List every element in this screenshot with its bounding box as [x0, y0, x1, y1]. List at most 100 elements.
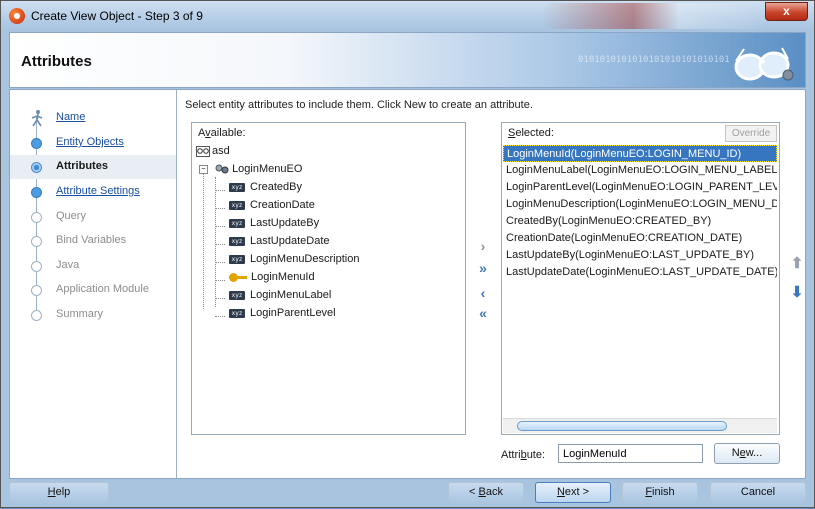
step-dot-icon: [31, 261, 42, 272]
tree-attribute-label: LoginParentLevel: [250, 307, 336, 319]
next-button[interactable]: Next >: [535, 482, 611, 503]
selected-attribute-row[interactable]: LoginMenuId(LoginMenuEO:LOGIN_MENU_ID): [503, 145, 777, 162]
key-icon: [229, 272, 247, 282]
remove-all-button[interactable]: «: [475, 305, 491, 321]
help-button[interactable]: Help: [9, 482, 109, 503]
wizard-steps-nav: Name Entity Objects Attributes Attribute…: [10, 90, 177, 478]
step-dot-icon: [31, 162, 42, 173]
new-attribute-button[interactable]: New...: [714, 443, 780, 464]
attribute-icon: xyz: [229, 254, 245, 264]
override-button[interactable]: Override: [725, 125, 777, 142]
tree-attribute-label: LoginMenuDescription: [250, 253, 360, 265]
instruction-text: Select entity attributes to include them…: [185, 99, 533, 111]
nav-step-bind-variables[interactable]: Bind Variables: [10, 229, 176, 253]
collapse-icon[interactable]: −: [199, 164, 208, 174]
nav-step-attribute-settings[interactable]: Attribute Settings: [10, 180, 176, 204]
selected-header: Selected:: [508, 127, 554, 139]
nav-step-label: Query: [56, 210, 86, 222]
nav-step-label: Summary: [56, 308, 104, 320]
horizontal-scrollbar[interactable]: [503, 418, 777, 433]
glasses-small-icon: [196, 145, 210, 157]
attribute-icon: xyz: [229, 236, 245, 246]
add-all-button[interactable]: »: [475, 260, 491, 276]
binary-decoration: 0101010101010101010101010101: [578, 55, 730, 65]
tree-attribute-label: LastUpdateDate: [250, 235, 330, 247]
tree-root-row[interactable]: asd: [196, 145, 230, 163]
tree-attribute-row[interactable]: xyz CreatedBy: [215, 181, 302, 199]
step-dot-icon: [31, 310, 42, 321]
tree-attribute-row[interactable]: xyz CreationDate: [215, 199, 315, 217]
selected-attribute-row[interactable]: LastUpdateBy(LoginMenuEO:LAST_UPDATE_BY): [503, 247, 777, 264]
attribute-icon: xyz: [229, 200, 245, 210]
attribute-icon: xyz: [229, 290, 245, 300]
tree-attribute-label: LastUpdateBy: [250, 217, 320, 229]
step-dot-icon: [31, 285, 42, 296]
attribute-icon: xyz: [229, 308, 245, 318]
tree-attribute-label: LoginMenuId: [251, 271, 315, 283]
nav-step-query[interactable]: Query: [10, 205, 176, 229]
attribute-label: Attribute:: [501, 449, 546, 461]
step-dot-icon: [31, 212, 42, 223]
wizard-body: Name Entity Objects Attributes Attribute…: [9, 89, 806, 479]
selected-attribute-row[interactable]: LoginMenuLabel(LoginMenuEO:LOGIN_MENU_LA…: [503, 162, 777, 179]
oracle-app-icon: [9, 8, 25, 24]
nav-step-label: Attributes: [56, 160, 108, 172]
step-dot-icon: [31, 138, 42, 149]
nav-step-label: Name: [56, 111, 86, 123]
remove-selected-button[interactable]: ‹: [475, 285, 491, 301]
dialog-window: Create View Object - Step 3 of 9 x Attri…: [0, 0, 815, 508]
attribute-icon: xyz: [229, 182, 245, 192]
selected-attribute-row[interactable]: CreatedBy(LoginMenuEO:CREATED_BY): [503, 213, 777, 230]
tree-attribute-row[interactable]: xyz LastUpdateDate: [215, 235, 330, 253]
nav-step-label: Application Module: [56, 283, 149, 295]
tree-attribute-label: CreatedBy: [250, 181, 302, 193]
nav-step-java[interactable]: Java: [10, 254, 176, 278]
tree-attribute-row[interactable]: xyz LoginParentLevel: [215, 307, 336, 325]
close-button[interactable]: x: [765, 2, 808, 21]
nav-step-name[interactable]: Name: [10, 106, 176, 130]
step-dot-icon: [31, 236, 42, 247]
title-bar[interactable]: Create View Object - Step 3 of 9 x: [1, 1, 814, 31]
nav-step-label: Attribute Settings: [56, 185, 140, 197]
nav-step-application-module[interactable]: Application Module: [10, 278, 176, 302]
selected-attributes-list: LoginMenuId(LoginMenuEO:LOGIN_MENU_ID) L…: [503, 145, 777, 281]
entity-object-icon: [215, 164, 229, 174]
available-header: Available:: [198, 127, 246, 139]
cancel-button[interactable]: Cancel: [710, 482, 806, 503]
nav-step-summary[interactable]: Summary: [10, 303, 176, 327]
attribute-icon: xyz: [229, 218, 245, 228]
walking-figure-icon: [31, 110, 43, 127]
selected-attribute-row[interactable]: CreationDate(LoginMenuEO:CREATION_DATE): [503, 230, 777, 247]
nav-step-entity-objects[interactable]: Entity Objects: [10, 131, 176, 155]
glasses-icon: [734, 47, 794, 81]
tree-connector-line: [203, 165, 204, 309]
selected-attribute-row[interactable]: LastUpdateDate(LoginMenuEO:LAST_UPDATE_D…: [503, 264, 777, 281]
tree-attribute-row[interactable]: xyz LoginMenuDescription: [215, 253, 359, 271]
tree-attribute-row[interactable]: xyz LoginMenuLabel: [215, 289, 331, 307]
tree-root-label: asd: [212, 145, 230, 157]
available-panel[interactable]: Available: asd − LoginMenuEO xyz Created…: [191, 122, 466, 435]
window-title: Create View Object - Step 3 of 9: [31, 9, 203, 23]
add-selected-button[interactable]: ›: [475, 238, 491, 254]
tree-entity-label: LoginMenuEO: [232, 163, 303, 175]
finish-button[interactable]: Finish: [622, 482, 698, 503]
dialog-footer: Help < Back Next > Finish Cancel: [1, 479, 814, 509]
step-header: Attributes 0101010101010101010101010101: [9, 32, 806, 88]
nav-step-label: Entity Objects: [56, 136, 124, 148]
title-bar-decoration: [541, 3, 771, 29]
selected-panel[interactable]: Selected: Override LoginMenuId(LoginMenu…: [501, 122, 780, 435]
nav-step-label: Bind Variables: [56, 234, 127, 246]
move-down-button[interactable]: ⬇: [789, 285, 805, 301]
tree-attribute-label: CreationDate: [250, 199, 315, 211]
nav-step-label: Java: [56, 259, 80, 271]
selected-attribute-row[interactable]: LoginParentLevel(LoginMenuEO:LOGIN_PAREN…: [503, 179, 777, 196]
scrollbar-thumb[interactable]: [517, 421, 727, 431]
tree-attribute-row[interactable]: xyz LastUpdateBy: [215, 217, 319, 235]
move-up-button[interactable]: ⬆: [789, 256, 805, 272]
tree-attribute-row[interactable]: LoginMenuId: [215, 271, 315, 289]
selected-attribute-row[interactable]: LoginMenuDescription(LoginMenuEO:LOGIN_M…: [503, 196, 777, 213]
attribute-name-input[interactable]: [558, 444, 703, 463]
nav-step-attributes[interactable]: Attributes: [10, 155, 176, 179]
step-dot-icon: [31, 187, 42, 198]
back-button[interactable]: < Back: [448, 482, 524, 503]
